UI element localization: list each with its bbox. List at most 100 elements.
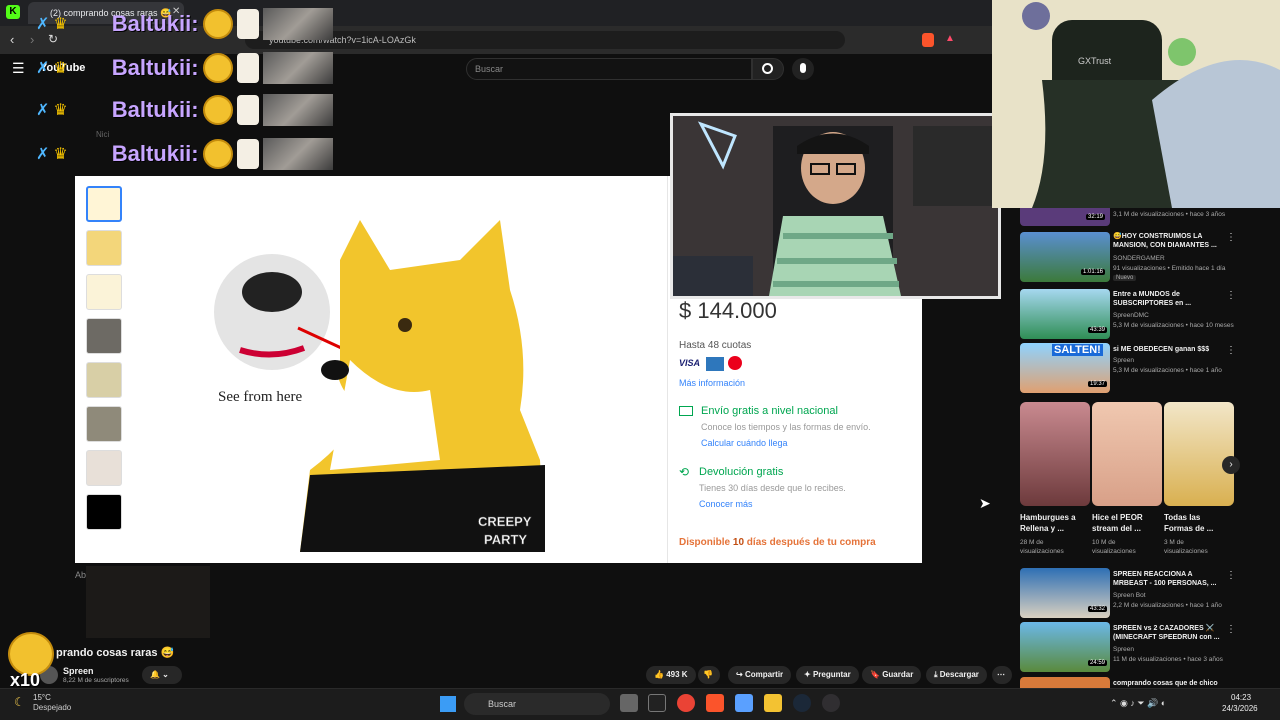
ask-button[interactable]: ✦ Preguntar [796,666,859,684]
video-meta: 5,3 M de visualizaciones • hace 1 año [1113,367,1222,374]
video-title[interactable]: si ME OBEDECEN ganan $$$ [1113,345,1223,354]
second-webcam: GXTrust [992,0,1280,208]
task-view-icon[interactable] [620,694,638,712]
video-title[interactable]: comprando cosas que de chico [1113,679,1243,688]
short-meta: 3 M de visualizaciones [1164,539,1208,555]
video-channel[interactable]: Spreen [1113,645,1134,654]
emote-bone [236,53,259,83]
short-thumbnail[interactable] [1164,402,1234,506]
url-field[interactable]: youtube.com/watch?v=1icA-LOAzGk [245,31,845,49]
new-badge: Nuevo [1113,275,1137,281]
short-thumbnail[interactable] [1092,402,1162,506]
video-title[interactable]: Entre a MUNDOS de SUBSCRIPTORES en ... [1113,290,1223,308]
see-from-here-label: See from here [218,389,302,405]
taskbar [0,688,1280,720]
product-thumbnail[interactable] [86,494,122,530]
chat-message: ✗ ♛ Baltukii: [36,90,333,130]
shipping-desc: Conoce los tiempos y las formas de envío… [701,422,871,432]
forward-arrow-icon[interactable]: › [30,32,34,47]
brave-rewards-icon[interactable]: ▲ [945,33,955,44]
chat-username: Baltukii: [111,55,199,80]
store-icon[interactable] [735,694,753,712]
dog-nose [242,272,302,312]
crown-icon: ♛ [53,102,68,119]
menu-icon[interactable]: ☰ [12,60,25,77]
video-title[interactable]: SPREEN vs 2 CAZADORES ⚔️ (MINECRAFT SPEE… [1113,624,1223,642]
more-options-icon[interactable]: ⋮ [1226,570,1236,581]
emote-face [202,95,233,125]
channel-name[interactable]: Spreen [63,666,94,676]
return-link[interactable]: Conocer más [699,499,753,509]
file-explorer-icon[interactable] [764,694,782,712]
video-channel[interactable]: SpreenDMC [1113,311,1149,320]
video-title: prando cosas raras 😅 [56,647,175,659]
short-title[interactable]: Hice el PEOR stream del ... [1092,512,1148,534]
like-button[interactable]: 👍 493 K [646,666,696,684]
shipping-link[interactable]: Calcular cuándo llega [701,438,788,448]
video-title[interactable]: SPREEN REACCIONA A MRBEAST - 100 PERSONA… [1113,570,1223,588]
brave-icon[interactable] [706,694,724,712]
download-button[interactable]: ⤓ Descargar [926,666,987,684]
chair-brand: GXTrust [1078,56,1112,66]
taskbar-search[interactable]: Buscar [464,693,610,715]
mouse-cursor-icon: ➤ [979,495,991,511]
product-thumbnail[interactable] [86,362,122,398]
product-thumbnail[interactable] [86,318,122,354]
product-thumbnail[interactable] [86,450,122,486]
shipping-title: Envío gratis a nivel nacional [701,405,838,417]
more-options-icon[interactable]: ⋮ [1226,345,1236,356]
brave-shield-icon[interactable] [922,33,934,47]
steam-icon[interactable] [793,694,811,712]
mastercard-icon [728,356,742,370]
truck-icon [679,406,693,416]
more-actions-button[interactable]: ⋯ [992,666,1012,684]
search-button[interactable] [752,58,784,80]
crown-icon: ♛ [53,60,68,77]
epic-games-icon[interactable] [648,694,666,712]
chrome-icon[interactable] [677,694,695,712]
product-thumbnail[interactable] [86,406,122,442]
more-options-icon[interactable]: ⋮ [1226,232,1236,243]
video-thumbnail[interactable] [1020,677,1110,688]
video-title[interactable]: 😅HOY CONSTRUIMOS LA MANSION, CON DIAMANT… [1113,232,1223,250]
chat-message: ✗ ♛ Baltukii: [36,134,333,174]
video-duration: 24:59 [1088,660,1108,666]
emote-bone [236,9,259,39]
share-button[interactable]: ↪ Compartir [728,666,792,684]
system-tray-icons[interactable]: ⌃ ◉ ♪ ⏷ 🔊 ◐ [1110,698,1166,709]
back-arrow-icon[interactable]: ‹ [10,32,14,47]
crown-icon: ♛ [53,16,68,33]
video-channel[interactable]: Spreen [1113,356,1134,365]
emote-image [262,94,333,126]
visa-icon: VISA [679,358,701,368]
mic-icon[interactable] [792,58,814,80]
chat-username: Baltukii: [111,97,199,122]
notification-bell-button[interactable]: 🔔 ⌄ [142,666,182,684]
dislike-button[interactable]: 👎 [698,666,720,684]
save-button[interactable]: 🔖 Guardar [862,666,922,684]
watermark-line1: CREEPY [478,514,532,529]
taskbar-search-label: Buscar [488,699,517,709]
short-title[interactable]: Todas las Formas de ... [1164,512,1220,534]
product-thumbnail[interactable] [86,186,122,222]
search-input[interactable]: Buscar [466,58,752,80]
like-count: 493 K [666,670,688,679]
product-thumbnail[interactable] [86,230,122,266]
product-main-image[interactable]: See from here CREEPY PARTY [200,200,560,556]
shorts-next-icon[interactable]: › [1222,456,1240,474]
video-channel[interactable]: SONDERGAMER [1113,254,1165,263]
video-channel[interactable]: Spreen Bot [1113,591,1146,600]
emote-bone [236,139,259,169]
product-thumbnail[interactable] [86,274,122,310]
short-title[interactable]: Hamburgues a Rellena y ... [1020,512,1076,534]
video-duration: 32:19 [1086,214,1106,220]
short-thumbnail[interactable] [1020,402,1090,506]
obs-icon[interactable] [822,694,840,712]
emote-image [262,52,333,84]
more-options-icon[interactable]: ⋮ [1226,290,1236,301]
emote-face [202,53,233,83]
video-duration: 1:01:16 [1081,269,1106,275]
windows-start-icon[interactable] [440,696,456,712]
more-info-link[interactable]: Más información [679,378,745,388]
more-options-icon[interactable]: ⋮ [1226,624,1236,635]
